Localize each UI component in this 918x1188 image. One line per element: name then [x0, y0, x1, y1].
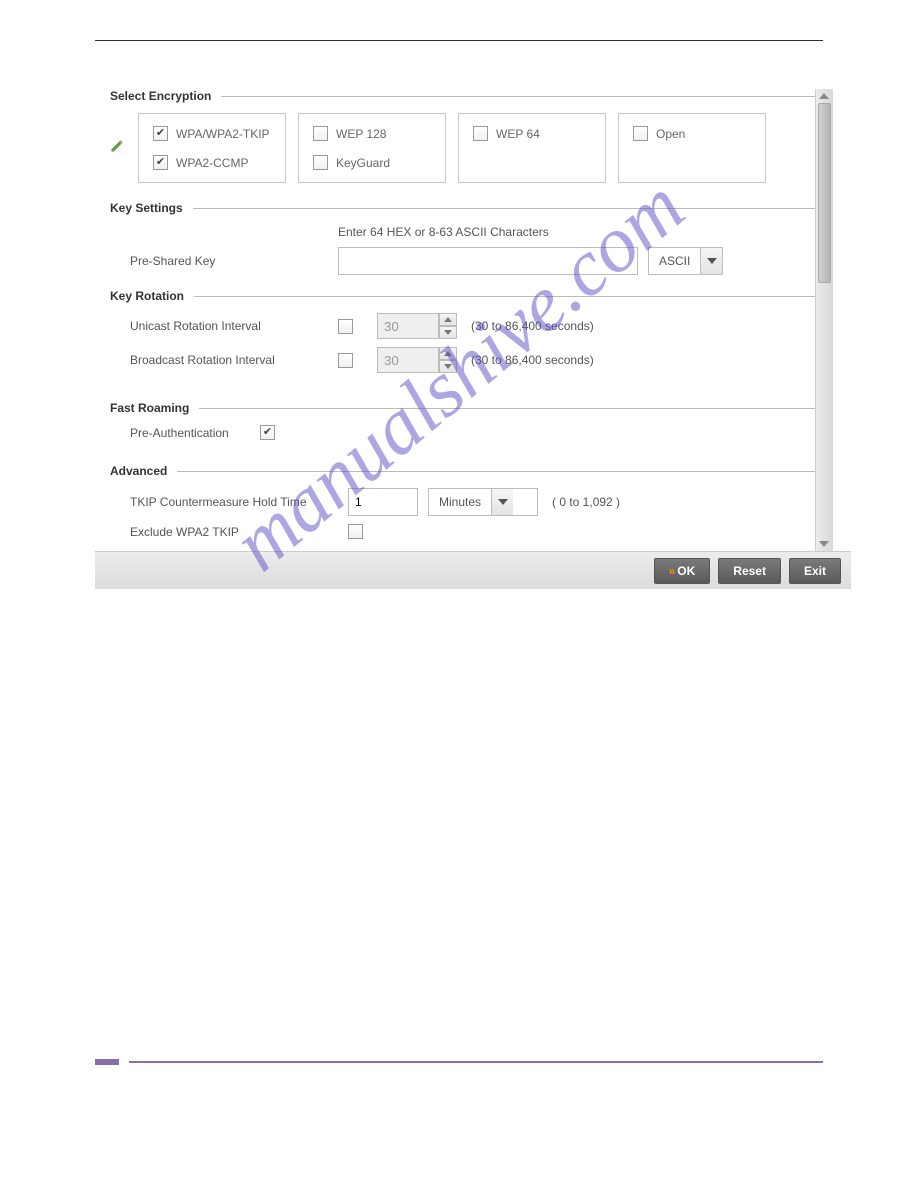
spinner-down-icon[interactable] [439, 360, 457, 373]
section-key-rotation: Key Rotation [110, 289, 823, 303]
spinner-down-icon[interactable] [439, 326, 457, 339]
unicast-checkbox[interactable] [338, 319, 353, 334]
page-footer [95, 1059, 823, 1067]
exclude-wpa2-checkbox[interactable] [348, 524, 363, 539]
option-open[interactable]: Open [633, 126, 751, 141]
broadcast-checkbox[interactable] [338, 353, 353, 368]
spinner-up-icon[interactable] [439, 347, 457, 360]
enc-group-wpa: WPA/WPA2-TKIP WPA2-CCMP [138, 113, 286, 183]
option-wpa-tkip[interactable]: WPA/WPA2-TKIP [153, 126, 271, 141]
section-title: Fast Roaming [110, 401, 189, 415]
row-broadcast-rotation: Broadcast Rotation Interval (30 to 86,40… [110, 347, 823, 373]
preauth-checkbox[interactable] [260, 425, 275, 440]
option-wpa2-ccmp[interactable]: WPA2-CCMP [153, 155, 271, 170]
footer-line [129, 1061, 823, 1063]
enc-group-wep64: WEP 64 [458, 113, 606, 183]
reset-button[interactable]: Reset [718, 558, 781, 584]
broadcast-spinner[interactable] [377, 347, 457, 373]
option-label: KeyGuard [336, 156, 390, 170]
section-divider [193, 208, 823, 209]
ok-button[interactable]: » OK [654, 558, 711, 584]
option-wep128[interactable]: WEP 128 [313, 126, 431, 141]
broadcast-hint: (30 to 86,400 seconds) [471, 353, 594, 367]
unicast-value[interactable] [377, 313, 439, 339]
unicast-spinner[interactable] [377, 313, 457, 339]
option-label: WPA2-CCMP [176, 156, 248, 170]
checkbox-icon[interactable] [473, 126, 488, 141]
enc-group-open: Open [618, 113, 766, 183]
scroll-down-icon[interactable] [819, 541, 829, 547]
exclude-wpa2-label: Exclude WPA2 TKIP [130, 525, 348, 539]
section-title: Key Settings [110, 201, 183, 215]
top-rule [95, 40, 823, 41]
section-divider [177, 471, 823, 472]
checkbox-icon[interactable] [313, 126, 328, 141]
checkbox-icon[interactable] [633, 126, 648, 141]
psk-label: Pre-Shared Key [130, 254, 338, 268]
section-divider [221, 96, 823, 97]
section-fast-roaming: Fast Roaming [110, 401, 823, 415]
section-title: Select Encryption [110, 89, 211, 103]
psk-hint: Enter 64 HEX or 8-63 ASCII Characters [338, 225, 823, 239]
section-key-settings: Key Settings [110, 201, 823, 215]
section-divider [194, 296, 823, 297]
option-wep64[interactable]: WEP 64 [473, 126, 591, 141]
button-bar: » OK Reset Exit [95, 551, 851, 589]
row-unicast-rotation: Unicast Rotation Interval (30 to 86,400 … [110, 313, 823, 339]
option-label: WEP 64 [496, 127, 540, 141]
config-panel: manualshive.com Select Encryption WPA/WP… [95, 89, 823, 589]
tkip-hold-input[interactable] [348, 488, 418, 516]
option-keyguard[interactable]: KeyGuard [313, 155, 431, 170]
broadcast-label: Broadcast Rotation Interval [130, 353, 338, 367]
tkip-hold-unit-select[interactable]: Minutes [428, 488, 538, 516]
checkbox-icon[interactable] [313, 155, 328, 170]
preauth-label: Pre-Authentication [130, 426, 260, 440]
row-exclude-wpa2-tkip: Exclude WPA2 TKIP [110, 524, 823, 539]
select-value: ASCII [649, 254, 700, 268]
option-label: WPA/WPA2-TKIP [176, 127, 270, 141]
button-label: OK [677, 564, 695, 578]
section-divider [199, 408, 823, 409]
section-advanced: Advanced [110, 464, 823, 478]
edit-icon[interactable] [110, 139, 124, 153]
button-label: Reset [733, 564, 766, 578]
scroll-thumb[interactable] [818, 103, 831, 283]
scroll-up-icon[interactable] [819, 93, 829, 99]
row-tkip-hold: TKIP Countermeasure Hold Time Minutes ( … [110, 488, 823, 516]
select-value: Minutes [429, 495, 491, 509]
option-label: WEP 128 [336, 127, 386, 141]
psk-input[interactable] [338, 247, 638, 275]
encryption-options: WPA/WPA2-TKIP WPA2-CCMP WEP 128 KeyGuard [110, 113, 823, 183]
chevrons-icon: » [669, 564, 674, 578]
dropdown-arrow-icon[interactable] [700, 248, 722, 274]
tkip-hold-label: TKIP Countermeasure Hold Time [130, 495, 348, 509]
footer-accent [95, 1059, 119, 1065]
broadcast-value[interactable] [377, 347, 439, 373]
scrollbar[interactable] [815, 89, 833, 551]
checkbox-icon[interactable] [153, 155, 168, 170]
unicast-hint: (30 to 86,400 seconds) [471, 319, 594, 333]
exit-button[interactable]: Exit [789, 558, 841, 584]
enc-group-wep128: WEP 128 KeyGuard [298, 113, 446, 183]
checkbox-icon[interactable] [153, 126, 168, 141]
row-preshared-key: Pre-Shared Key ASCII [110, 247, 823, 275]
unicast-label: Unicast Rotation Interval [130, 319, 338, 333]
section-title: Advanced [110, 464, 167, 478]
option-label: Open [656, 127, 685, 141]
section-title: Key Rotation [110, 289, 184, 303]
psk-format-select[interactable]: ASCII [648, 247, 723, 275]
row-preauth: Pre-Authentication [110, 425, 823, 440]
section-select-encryption: Select Encryption [110, 89, 823, 103]
spinner-up-icon[interactable] [439, 313, 457, 326]
tkip-hold-hint: ( 0 to 1,092 ) [552, 495, 620, 509]
dropdown-arrow-icon[interactable] [491, 489, 513, 515]
button-label: Exit [804, 564, 826, 578]
